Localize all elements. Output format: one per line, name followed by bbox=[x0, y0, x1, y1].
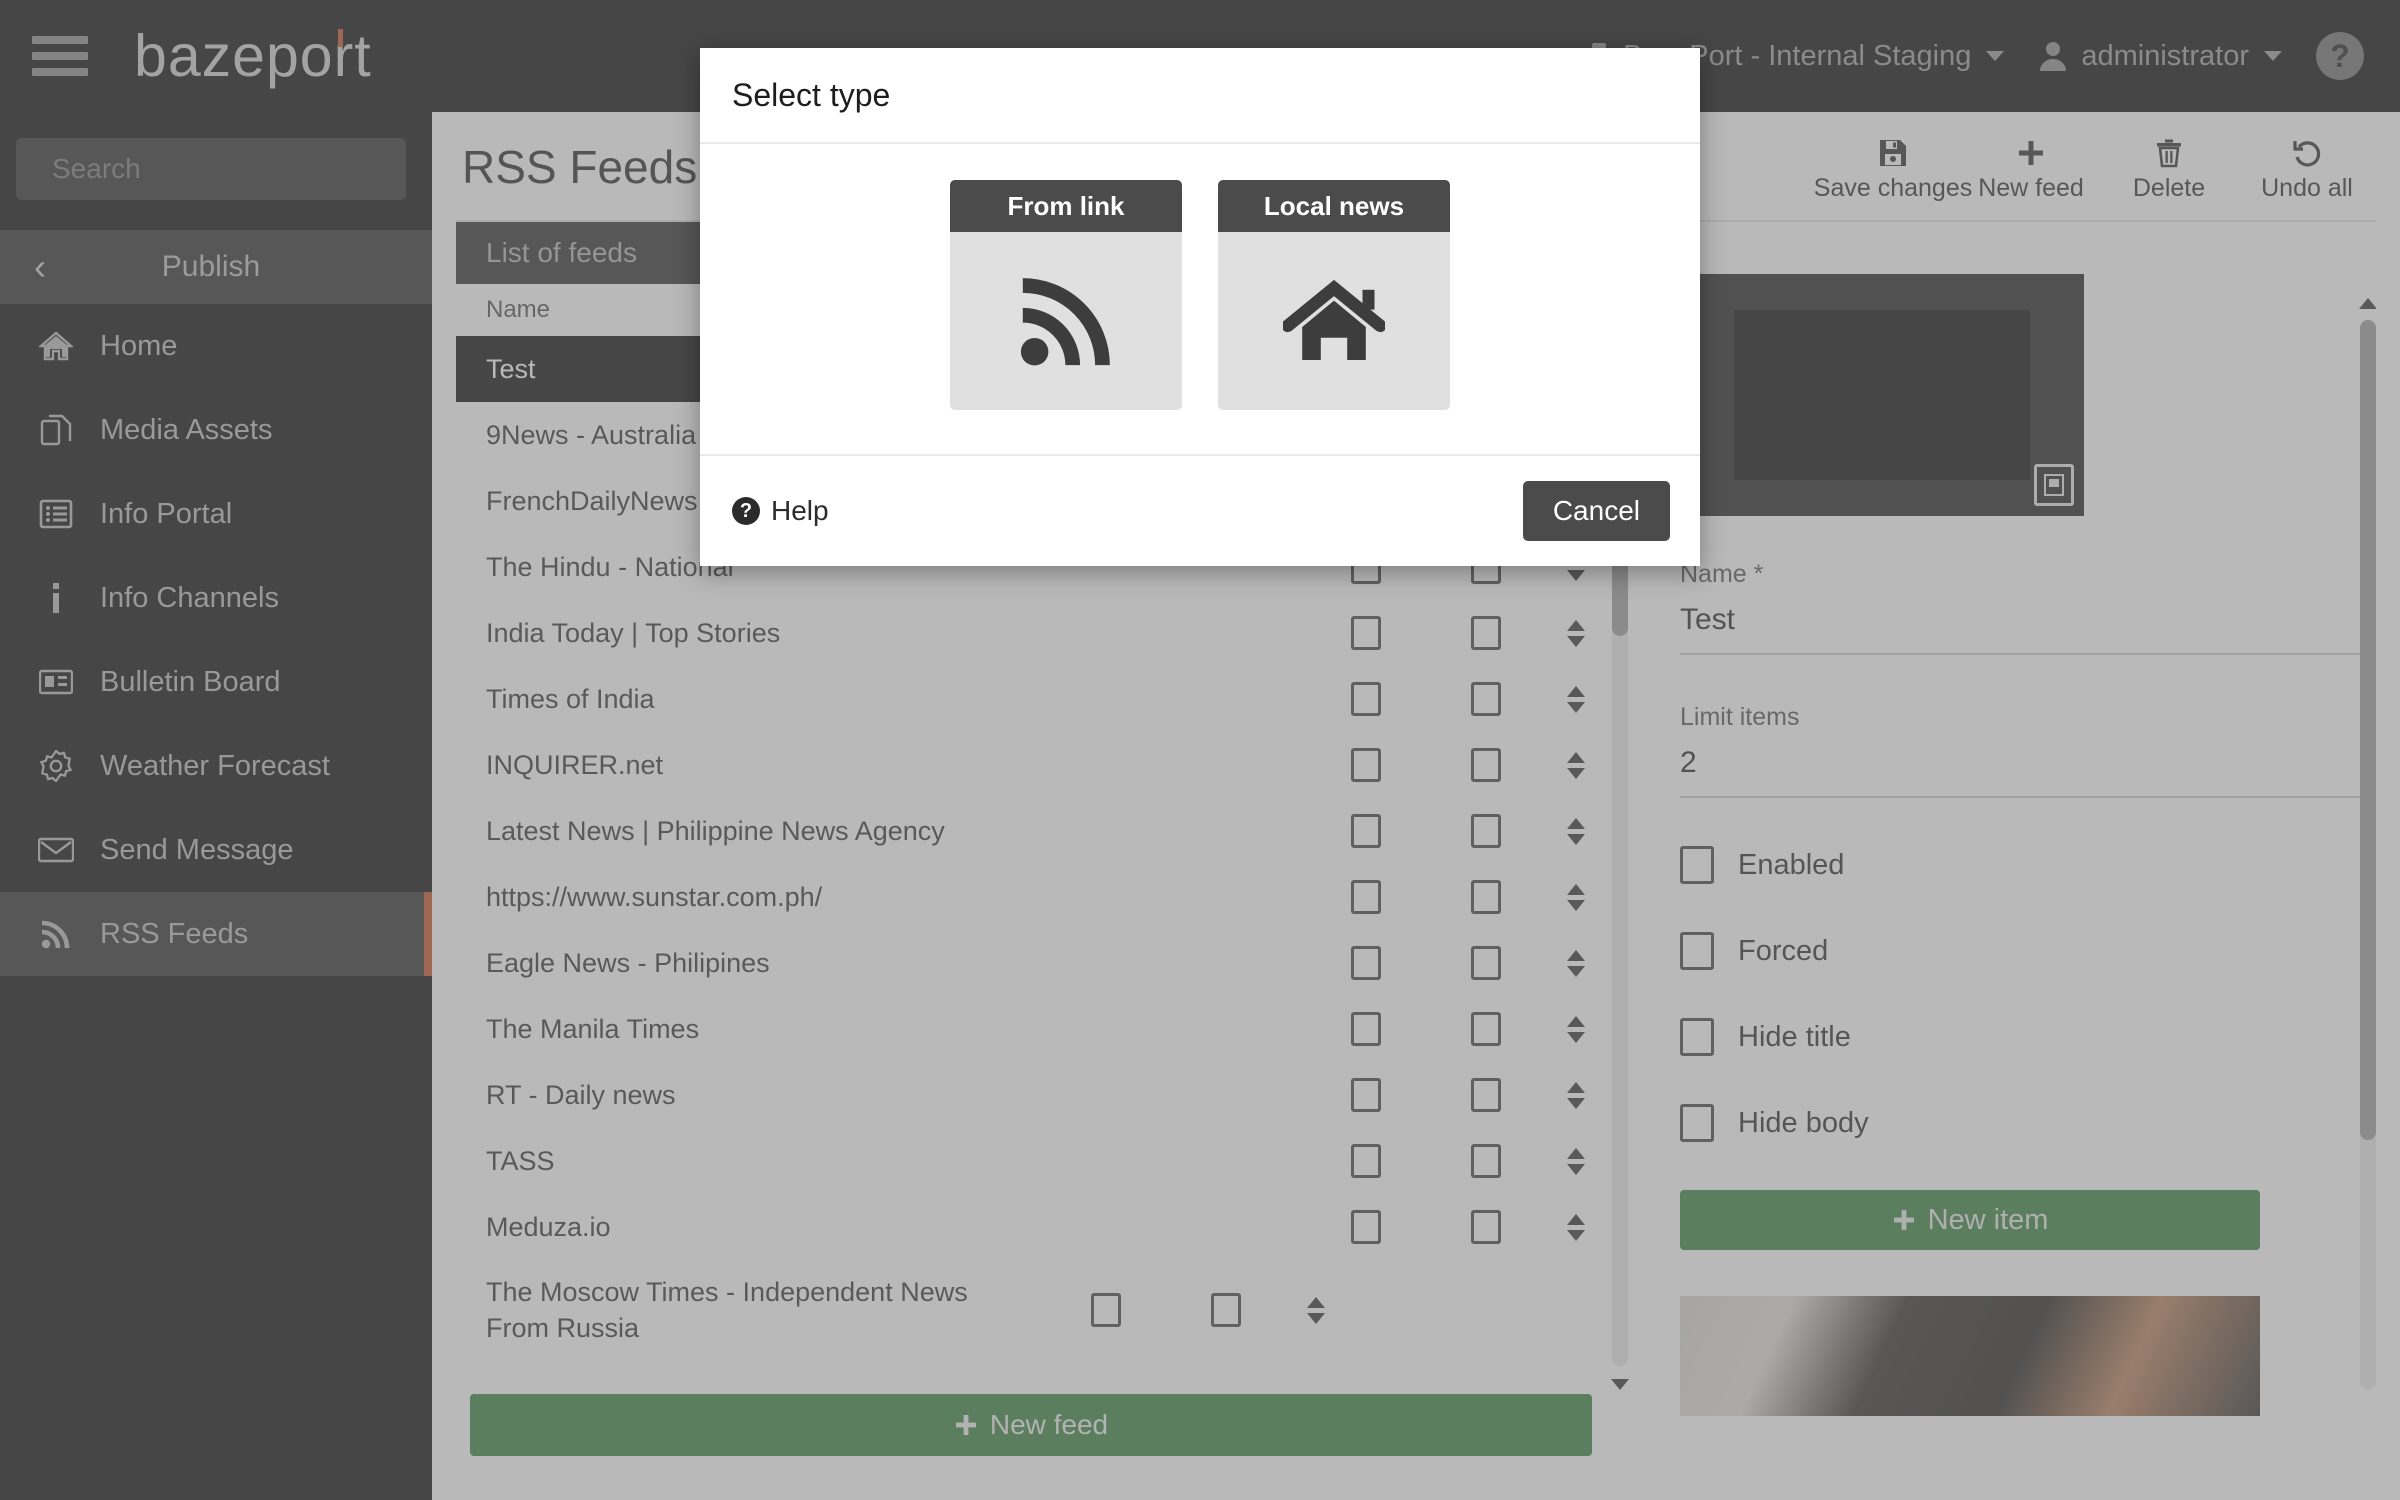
rss-icon bbox=[1020, 278, 1110, 366]
modal-body: From link Local news bbox=[700, 144, 1700, 456]
type-option-icon-area bbox=[1218, 232, 1450, 410]
type-option-icon-area bbox=[950, 232, 1182, 410]
help-label: Help bbox=[771, 495, 829, 526]
type-option-label: Local news bbox=[1218, 180, 1450, 232]
app-root: bazeport BazePort - Internal Staging adm… bbox=[0, 0, 2400, 1500]
type-option-local-news[interactable]: Local news bbox=[1218, 180, 1450, 410]
modal-title: Select type bbox=[700, 48, 1700, 144]
type-option-from-link[interactable]: From link bbox=[950, 180, 1182, 410]
home-icon bbox=[1283, 279, 1385, 360]
modal-footer: ? Help Cancel bbox=[700, 456, 1700, 566]
type-option-label: From link bbox=[950, 180, 1182, 232]
question-circle-icon: ? bbox=[732, 497, 760, 525]
cancel-button[interactable]: Cancel bbox=[1522, 481, 1670, 541]
help-link[interactable]: ? Help bbox=[732, 495, 829, 527]
select-type-modal: Select type From link Local news ? Help … bbox=[700, 48, 1700, 566]
